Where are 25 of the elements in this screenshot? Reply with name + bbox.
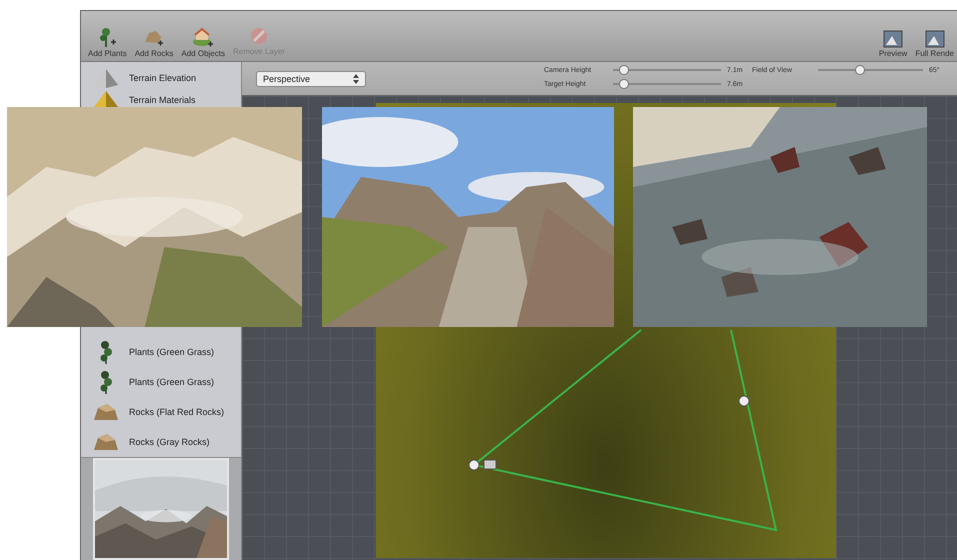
rock-icon	[93, 402, 119, 422]
target-handle[interactable]	[738, 396, 750, 406]
view-select[interactable]: Perspective	[256, 70, 366, 86]
sidebar-item[interactable]: Plants (Green Grass)	[81, 337, 241, 367]
image-icon	[924, 30, 945, 48]
image-icon	[883, 30, 904, 48]
toolbar-button[interactable]: Add Plants	[85, 26, 130, 58]
slider-thumb[interactable]	[618, 79, 629, 89]
sidebar-item[interactable]: Terrain Elevation	[81, 67, 241, 89]
rock-icon	[93, 432, 119, 452]
sidebar-item[interactable]: Rocks (Flat Red Rocks)	[81, 397, 241, 427]
house-icon	[192, 26, 214, 48]
toolbar-button[interactable]: Add Objects	[178, 26, 228, 58]
pyramid-icon	[93, 67, 119, 89]
remove-icon	[248, 26, 269, 46]
slider-thumb[interactable]	[855, 65, 865, 75]
toolbar-button[interactable]: Full Rende	[912, 30, 957, 58]
toolbar-button[interactable]: Preview	[876, 30, 910, 58]
sidebar-item[interactable]: Plants (Green Grass)	[81, 367, 241, 397]
sidebar-item[interactable]: Rocks (Gray Rocks)	[81, 427, 241, 457]
camera-icon	[468, 460, 496, 470]
plant-icon	[97, 26, 118, 48]
toolbar-button[interactable]: Add Rocks	[132, 26, 176, 58]
slider-thumb[interactable]	[618, 65, 629, 75]
updown-icon	[353, 74, 359, 84]
